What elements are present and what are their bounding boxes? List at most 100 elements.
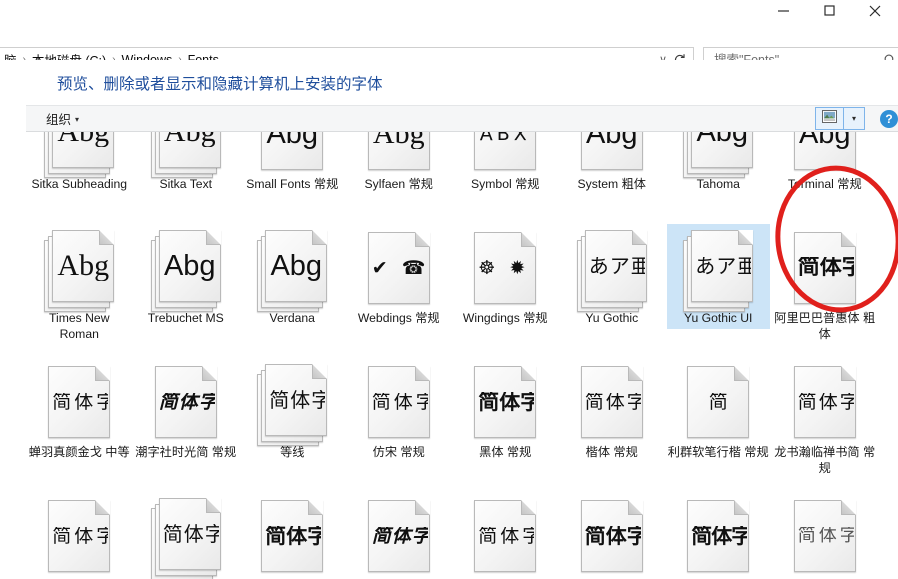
font-grid-item[interactable]: 简体字微软雅黑 xyxy=(133,488,240,579)
view-dropdown-caret-icon[interactable]: ▾ xyxy=(844,108,864,129)
font-item[interactable]: 简体字潮字社时光简 常规 xyxy=(134,358,237,463)
font-file-icon: ✔ ☎ ○ xyxy=(356,226,442,308)
font-grid-item[interactable]: 简体字蝉羽真颜金戈 中等 xyxy=(26,354,133,488)
font-grid-item[interactable]: ΑΒΧ Symbol 常规 xyxy=(452,132,559,220)
font-file-icon: ΑΒΧ xyxy=(462,132,548,174)
font-item[interactable]: AbgTahoma xyxy=(667,132,770,195)
font-item[interactable]: 简体字蝉羽真颜金戈 中等 xyxy=(28,358,131,463)
font-grid-item[interactable]: 简体字造字工房彩圆体（非商用） 常规 xyxy=(665,488,772,579)
font-item[interactable]: 简体字龙书瀚临禅书简 常规 xyxy=(773,358,876,479)
font-grid-item[interactable]: 简体字逐浪小夏硬楷体 常规 xyxy=(772,488,879,579)
font-grid-item[interactable]: AbgSmall Fonts 常规 xyxy=(239,132,346,220)
font-file-icon: Abg xyxy=(249,226,335,308)
font-item[interactable]: ☸ ✹ ⌇Wingdings 常规 xyxy=(454,224,557,329)
font-grid-item[interactable]: AbgTrebuchet MS xyxy=(133,220,240,354)
font-item[interactable]: 简体字仿宋 常规 xyxy=(347,358,450,463)
font-icon-front-sheet: ✔ ☎ ○ xyxy=(368,232,430,304)
font-grid-item[interactable]: AbgTerminal 常规 xyxy=(772,132,879,220)
font-preview-glyph: Abg xyxy=(55,251,111,281)
font-icon-front-sheet: 简体字 xyxy=(581,500,643,572)
font-item[interactable]: 简体字黑体 常规 xyxy=(454,358,557,463)
font-grid-item[interactable]: 简体字阿里巴巴普惠体 粗体 xyxy=(772,220,879,354)
font-icon-front-sheet: 简体字 xyxy=(794,500,856,572)
font-name-label: Symbol 常规 xyxy=(455,176,556,192)
font-icon-front-sheet: あア亜 xyxy=(691,230,753,302)
change-view-button[interactable] xyxy=(816,108,843,129)
font-grid-item[interactable]: 简体字新宋体 常规 xyxy=(452,488,559,579)
font-item[interactable]: あア亜Yu Gothic xyxy=(560,224,663,329)
page-fold-icon xyxy=(99,230,114,245)
font-item[interactable]: 简体字杨任东竹石体 半粗体 xyxy=(560,492,663,579)
font-item[interactable]: AbgTimes New Roman xyxy=(28,224,131,345)
font-grid-item[interactable]: AbgSitka Text xyxy=(133,132,240,220)
font-icon-front-sheet: 简体字 xyxy=(794,366,856,438)
font-grid-item[interactable]: AbgTimes New Roman xyxy=(26,220,133,354)
font-preview-glyph: 简体字 xyxy=(583,393,641,412)
font-item-selected[interactable]: あア亜Yu Gothic UI xyxy=(667,224,770,329)
font-grid-item[interactable]: 简体字文鼎颜楷 黑体 xyxy=(239,488,346,579)
font-name-label: Sitka Subheading xyxy=(29,176,130,192)
font-icon-front-sheet: Abg xyxy=(159,132,221,168)
font-item[interactable]: ✔ ☎ ○Webdings 常规 xyxy=(347,224,450,329)
maximize-button[interactable] xyxy=(806,0,852,21)
close-button[interactable] xyxy=(852,0,898,21)
font-grid-item[interactable]: 简体字黑体 常规 xyxy=(452,354,559,488)
font-grid-item[interactable]: AbgSylfaen 常规 xyxy=(346,132,453,220)
font-grid-item[interactable]: 简体字仿宋 常规 xyxy=(346,354,453,488)
font-file-icon: Abg xyxy=(569,132,655,174)
font-grid-item[interactable]: 简利群软笔行楷 常规 xyxy=(665,354,772,488)
font-item[interactable]: 简体字造字工房彩圆体（非商用） 常规 xyxy=(667,492,770,579)
font-item[interactable]: AbgSitka Text xyxy=(134,132,237,195)
font-file-icon: ☸ ✹ ⌇ xyxy=(462,226,548,308)
font-item[interactable]: 简利群软笔行楷 常规 xyxy=(667,358,770,463)
font-item[interactable]: 简体字文鼎颜楷 黑体 xyxy=(241,492,344,579)
font-item[interactable]: 简体字宋体 常规 xyxy=(28,492,131,579)
font-item[interactable]: AbgSystem 粗体 xyxy=(560,132,663,195)
font-grid-item[interactable]: ☸ ✹ ⌇Wingdings 常规 xyxy=(452,220,559,354)
font-grid-item[interactable]: ✔ ☎ ○Webdings 常规 xyxy=(346,220,453,354)
minimize-button[interactable] xyxy=(760,0,806,21)
font-item[interactable]: 简体字微软雅黑 xyxy=(134,492,237,579)
font-item[interactable]: 简体字向佳红字迹——中华金榜体 中等 xyxy=(347,492,450,579)
font-grid-item[interactable]: 简体字潮字社时光简 常规 xyxy=(133,354,240,488)
font-item[interactable]: 简体字阿里巴巴普惠体 粗体 xyxy=(773,224,876,345)
font-grid-item[interactable]: 简体字杨任东竹石体 半粗体 xyxy=(559,488,666,579)
font-item[interactable]: AbgSmall Fonts 常规 xyxy=(241,132,344,195)
font-item[interactable]: 简体字等线 xyxy=(241,358,344,463)
font-grid-item[interactable]: 简体字等线 xyxy=(239,354,346,488)
help-button[interactable]: ? xyxy=(880,110,898,128)
page-title[interactable]: 预览、删除或者显示和隐藏计算机上安装的字体 xyxy=(57,72,383,94)
font-grid-item[interactable]: あア亜Yu Gothic xyxy=(559,220,666,354)
page-fold-icon xyxy=(95,500,110,515)
font-preview-glyph: Abg xyxy=(797,132,853,149)
font-grid-item[interactable]: 简体字龙书瀚临禅书简 常规 xyxy=(772,354,879,488)
font-item[interactable]: AbgVerdana xyxy=(241,224,344,329)
font-file-icon: 简体字 xyxy=(462,360,548,442)
font-preview-glyph: 简体字 xyxy=(267,390,325,410)
font-name-label: 龙书瀚临禅书简 常规 xyxy=(774,444,875,476)
font-item[interactable]: AbgTrebuchet MS xyxy=(134,224,237,329)
font-icon-front-sheet: 简体字 xyxy=(581,366,643,438)
organize-button[interactable]: 组织 ▾ xyxy=(40,106,85,131)
font-file-icon: Abg xyxy=(782,132,868,174)
font-item[interactable]: ΑΒΧ Symbol 常规 xyxy=(454,132,557,195)
organize-label: 组织 xyxy=(46,109,71,128)
font-grid-item[interactable]: あア亜Yu Gothic UI xyxy=(665,220,772,354)
font-name-label: Tahoma xyxy=(668,176,769,192)
font-grid-item[interactable]: 简体字宋体 常规 xyxy=(26,488,133,579)
font-grid-item[interactable]: AbgVerdana xyxy=(239,220,346,354)
font-grid-item[interactable]: AbgSitka Subheading xyxy=(26,132,133,220)
font-item[interactable]: AbgTerminal 常规 xyxy=(773,132,876,195)
view-options-group[interactable]: ▾ xyxy=(815,107,865,130)
font-item[interactable]: 简体字新宋体 常规 xyxy=(454,492,557,579)
font-item[interactable]: 简体字楷体 常规 xyxy=(560,358,663,463)
font-item[interactable]: AbgSitka Subheading xyxy=(28,132,131,195)
font-item[interactable]: 简体字逐浪小夏硬楷体 常规 xyxy=(773,492,876,579)
font-grid-item[interactable]: AbgTahoma xyxy=(665,132,772,220)
font-grid-item[interactable]: 简体字向佳红字迹——中华金榜体 中等 xyxy=(346,488,453,579)
font-file-icon: 简体字 xyxy=(36,494,122,576)
font-grid-item[interactable]: AbgSystem 粗体 xyxy=(559,132,666,220)
font-list-view[interactable]: AbgSitka SubheadingAbgSitka TextAbgSmall… xyxy=(26,132,898,579)
font-item[interactable]: AbgSylfaen 常规 xyxy=(347,132,450,195)
font-grid-item[interactable]: 简体字楷体 常规 xyxy=(559,354,666,488)
